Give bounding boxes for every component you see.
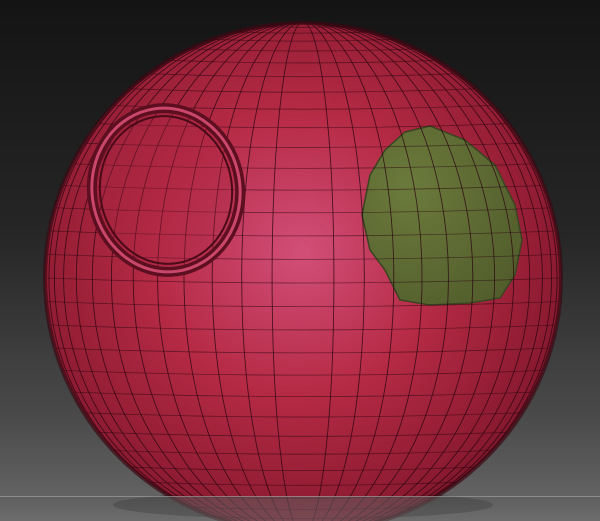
viewport-canvas[interactable] bbox=[0, 0, 600, 521]
sphere-mesh[interactable] bbox=[43, 21, 563, 521]
floor-plane bbox=[0, 497, 600, 521]
3d-viewport[interactable] bbox=[0, 0, 600, 521]
